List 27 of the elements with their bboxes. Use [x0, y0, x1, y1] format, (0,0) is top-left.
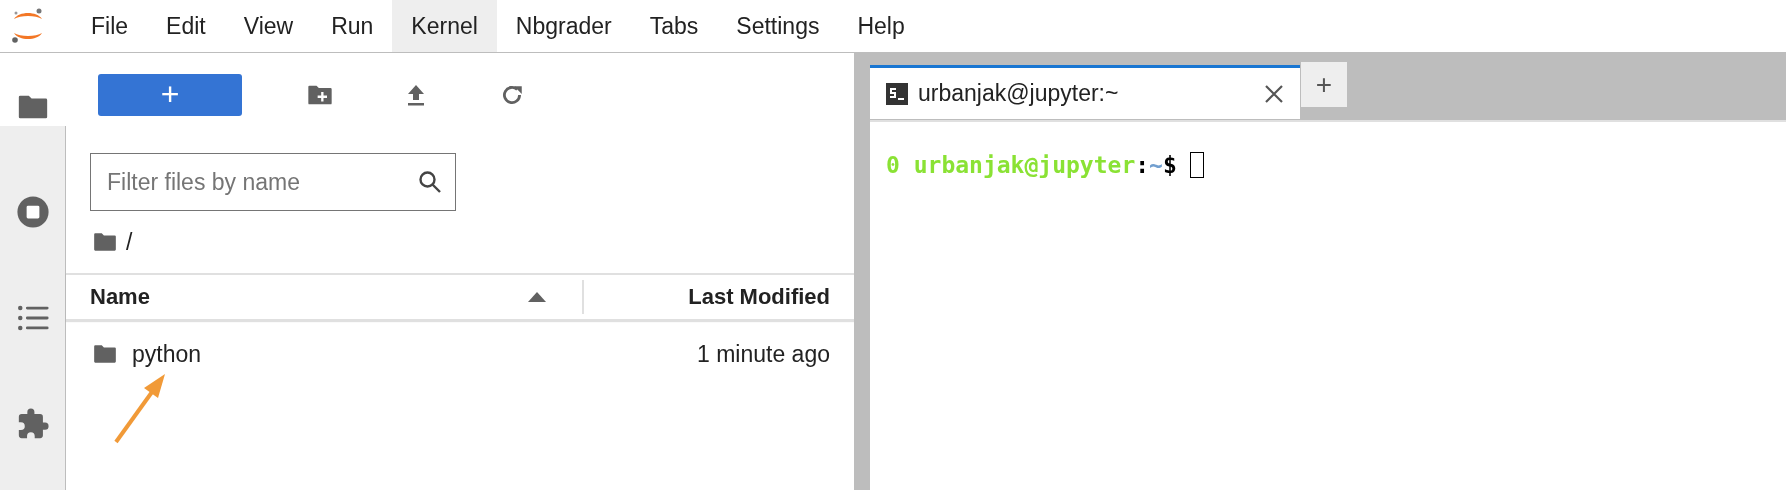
new-tab-button[interactable]: +: [1300, 61, 1348, 107]
file-name: python: [132, 340, 203, 368]
search-icon: [418, 170, 442, 194]
breadcrumb-path[interactable]: /: [126, 228, 133, 256]
menu-item[interactable]: Tabs: [630, 0, 718, 52]
sidebar-tab[interactable]: [0, 53, 66, 126]
menu-item[interactable]: Edit: [147, 0, 225, 52]
menu-item[interactable]: View: [224, 0, 313, 52]
stop-icon: [15, 195, 50, 229]
terminal-icon: [886, 82, 908, 105]
close-icon[interactable]: [1264, 83, 1284, 104]
column-header[interactable]: Last Modified: [582, 280, 854, 314]
menu-item[interactable]: Settings: [717, 0, 839, 52]
modified-time: 1 minute ago: [697, 340, 830, 368]
menu-item[interactable]: Kernel: [392, 0, 497, 52]
menu-item[interactable]: File: [72, 0, 148, 52]
annotation-arrow: [114, 374, 165, 444]
column-header[interactable]: Name: [66, 284, 582, 310]
file-row[interactable]: python 1 minute ago: [66, 321, 854, 387]
terminal-prompt: 0 urbanjak@jupyter:~$: [886, 152, 1177, 178]
filter-field[interactable]: Filter files by name: [90, 153, 456, 211]
terminal-tab[interactable]: urbanjak@jupyter:~: [870, 65, 1300, 119]
terminal-cursor: [1189, 152, 1204, 178]
menu-item[interactable]: Help: [838, 0, 924, 52]
menu-item[interactable]: Nbgrader: [496, 0, 631, 52]
new-launcher-button[interactable]: +: [98, 74, 242, 116]
menu-item[interactable]: Run: [312, 0, 393, 52]
